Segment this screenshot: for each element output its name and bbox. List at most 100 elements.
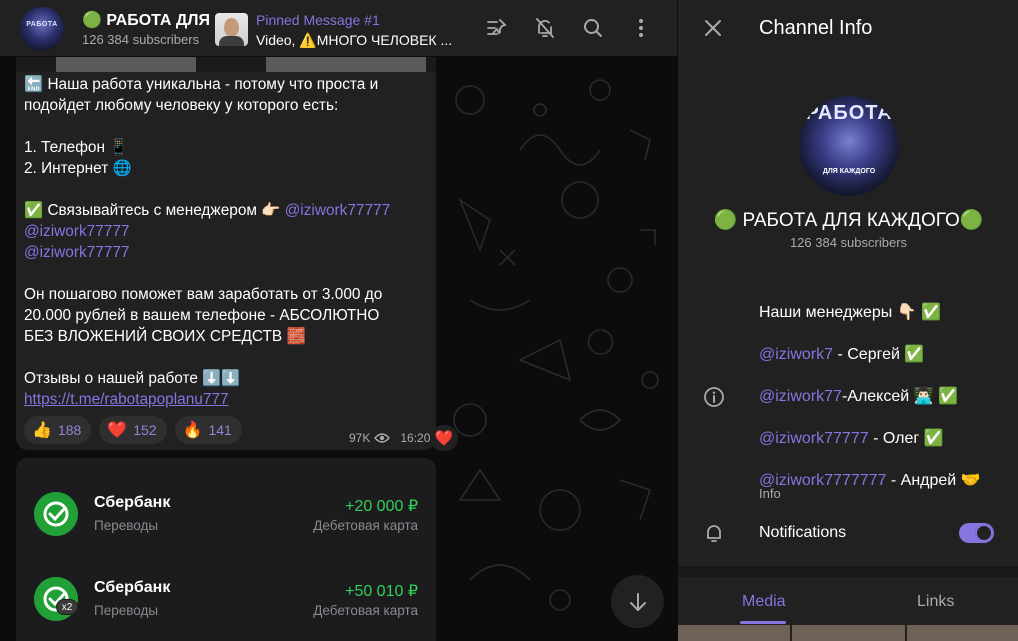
message-line: 🔚 Наша работа уникальна - потому что про… bbox=[24, 76, 379, 93]
reaction-emoji: 👍 bbox=[32, 422, 52, 439]
manager-link[interactable]: @iziwork77 bbox=[759, 388, 842, 405]
message-line bbox=[24, 347, 429, 368]
bank-transaction-row: Сбербанк Переводы +20 000 ₽ Дебетовая ка… bbox=[16, 474, 436, 554]
bank-card-type: Дебетовая карта bbox=[313, 518, 418, 533]
manager-link[interactable]: @iziwork7 bbox=[759, 346, 833, 363]
panel-divider bbox=[678, 566, 1018, 577]
message-text: 🔚 Наша работа уникальна - потому что про… bbox=[24, 74, 429, 410]
channel-subscribers: 126 384 subscribers bbox=[82, 32, 200, 47]
description-text: - Сергей ✅ bbox=[833, 346, 925, 363]
description-text: - Андрей 🤝 bbox=[886, 472, 981, 489]
media-thumbnails bbox=[678, 625, 1018, 641]
message-line-text: ✅ Связывайтесь с менеджером 👉🏻 bbox=[24, 202, 285, 219]
description-row: @iziwork7 - Сергей ✅ bbox=[759, 334, 981, 376]
message-line: @iziwork77777 bbox=[24, 242, 429, 263]
message-line bbox=[24, 116, 429, 137]
bank-amount: +50 010 ₽ bbox=[345, 583, 418, 600]
tab-media[interactable]: Media bbox=[742, 593, 786, 611]
media-thumbnail[interactable] bbox=[792, 625, 905, 641]
message-line: @iziwork77777 bbox=[24, 221, 429, 242]
avatar-subtitle-text: ДЛЯ КАЖДОГО bbox=[822, 168, 876, 175]
search-icon[interactable] bbox=[581, 16, 605, 40]
description-row: @iziwork77-Алексей 👨🏻‍💻 ✅ bbox=[759, 376, 981, 418]
description-text: -Алексей 👨🏻‍💻 ✅ bbox=[841, 388, 958, 405]
reaction-count: 152 bbox=[133, 422, 157, 438]
reaction-count: 141 bbox=[208, 422, 232, 438]
pinned-message-text[interactable]: Video, ⚠️МНОГО ЧЕЛОВЕК ... bbox=[256, 32, 456, 49]
notifications-toggle[interactable] bbox=[959, 523, 994, 543]
media-thumbnail[interactable] bbox=[678, 625, 791, 641]
shared-media-tabs: Media Links bbox=[678, 577, 1018, 625]
channel-info-name: 🟢 РАБОТА ДЛЯ КАЖДОГО🟢 bbox=[713, 210, 984, 231]
bank-amount: +20 000 ₽ bbox=[345, 498, 418, 515]
bank-transaction-row: x2 Сбербанк Переводы +50 010 ₽ Дебетовая… bbox=[16, 559, 436, 639]
bank-operation: Переводы bbox=[94, 518, 159, 533]
message-line: ✅ Связывайтесь с менеджером 👉🏻 @iziwork7… bbox=[24, 200, 429, 221]
chat-area: РАБОТА 🟢 РАБОТА ДЛЯ КАЖДОГО🟢 126 384 sub… bbox=[0, 0, 677, 641]
message-line bbox=[24, 179, 429, 200]
media-preview-fragment bbox=[56, 57, 196, 72]
notifications-label[interactable]: Notifications bbox=[759, 524, 846, 542]
message-media-preview[interactable] bbox=[16, 57, 436, 72]
message-meta: 97K 16:20 bbox=[349, 431, 430, 445]
message-line: 1. Телефон 📱 bbox=[24, 139, 129, 156]
tab-links[interactable]: Links bbox=[917, 593, 954, 611]
channel-description: Наши менеджеры 👇🏻 ✅ @iziwork7 - Сергей ✅… bbox=[759, 292, 981, 502]
bank-name: Сбербанк bbox=[94, 494, 171, 511]
info-icon bbox=[704, 387, 724, 407]
reaction-fire[interactable]: 🔥 141 bbox=[174, 416, 242, 444]
close-icon[interactable] bbox=[702, 17, 724, 39]
bank-name: Сбербанк bbox=[94, 579, 171, 596]
message-time: 16:20 bbox=[400, 431, 431, 445]
arrow-down-icon bbox=[629, 592, 646, 611]
pinned-list-icon[interactable] bbox=[485, 16, 509, 40]
message-line: БЕЗ ВЛОЖЕНИЙ СВОИХ СРЕДСТВ 🧱 bbox=[24, 328, 306, 345]
media-preview-fragment bbox=[266, 57, 426, 72]
views-count: 97K bbox=[349, 431, 371, 445]
reactions-bar: 👍 188 ❤️ 152 🔥 141 bbox=[24, 416, 242, 444]
reaction-heart[interactable]: ❤️ 152 bbox=[99, 416, 167, 444]
mention-link[interactable]: @iziwork77777 bbox=[24, 244, 129, 261]
message-line: 20.000 рублей в вашем телефоне - АБСОЛЮТ… bbox=[24, 307, 380, 324]
reviews-url-link[interactable]: https://t.me/rabotapoplanu777 bbox=[24, 391, 229, 408]
message-line bbox=[24, 263, 429, 284]
channel-title[interactable]: 🟢 РАБОТА ДЛЯ КАЖДОГО🟢 bbox=[82, 10, 210, 30]
pinned-thumbnail[interactable] bbox=[215, 13, 248, 46]
reaction-count: 188 bbox=[57, 422, 82, 438]
pinned-message-title[interactable]: Pinned Message #1 bbox=[256, 12, 380, 28]
sberbank-logo-icon bbox=[34, 492, 78, 536]
active-tab-indicator bbox=[740, 621, 786, 624]
pinned-thumbnail-face bbox=[224, 18, 239, 37]
message-line: подойдет любому человеку у которого есть… bbox=[24, 97, 339, 114]
channel-info-avatar[interactable]: РАБОТА ДЛЯ КАЖДОГО bbox=[799, 96, 899, 196]
panel-title: Channel Info bbox=[759, 17, 873, 39]
bank-card-type: Дебетовая карта bbox=[313, 603, 418, 618]
channel-avatar-text: РАБОТА bbox=[26, 21, 58, 28]
description-row: @iziwork7777777 - Андрей 🤝 bbox=[759, 460, 981, 502]
more-menu-icon[interactable] bbox=[629, 16, 653, 40]
info-label: Info bbox=[759, 486, 781, 501]
mute-bell-icon[interactable] bbox=[533, 16, 557, 40]
quick-reaction-button[interactable]: ❤️ bbox=[430, 425, 458, 451]
bank-operation: Переводы bbox=[94, 603, 159, 618]
channel-avatar[interactable]: РАБОТА bbox=[20, 7, 64, 51]
reaction-emoji: 🔥 bbox=[182, 422, 203, 439]
mention-link[interactable]: @iziwork77777 bbox=[24, 223, 129, 240]
bell-icon bbox=[707, 525, 721, 542]
reaction-thumbs-up[interactable]: 👍 188 bbox=[24, 416, 92, 444]
avatar-title-text: РАБОТА bbox=[805, 102, 893, 124]
manager-link[interactable]: @iziwork77777 bbox=[759, 430, 869, 447]
message-line: https://t.me/rabotapoplanu777 bbox=[24, 389, 429, 410]
description-row: Наши менеджеры 👇🏻 ✅ bbox=[759, 292, 981, 334]
eye-icon bbox=[374, 433, 391, 443]
scroll-down-button[interactable] bbox=[611, 575, 664, 628]
media-thumbnail[interactable] bbox=[906, 625, 1018, 641]
channel-info-subscribers: 126 384 subscribers bbox=[789, 235, 908, 250]
description-row: @iziwork77777 - Олег ✅ bbox=[759, 418, 981, 460]
message-line: Он пошагово поможет вам заработать от 3.… bbox=[24, 286, 383, 303]
channel-info-panel: Channel Info РАБОТА ДЛЯ КАЖДОГО 🟢 РАБОТА… bbox=[677, 0, 1018, 641]
chat-header: РАБОТА 🟢 РАБОТА ДЛЯ КАЖДОГО🟢 126 384 sub… bbox=[0, 0, 677, 57]
mention-link[interactable]: @iziwork77777 bbox=[285, 202, 390, 219]
message-line: 2. Интернет 🌐 bbox=[24, 160, 132, 177]
reaction-emoji: ❤️ bbox=[107, 422, 128, 439]
